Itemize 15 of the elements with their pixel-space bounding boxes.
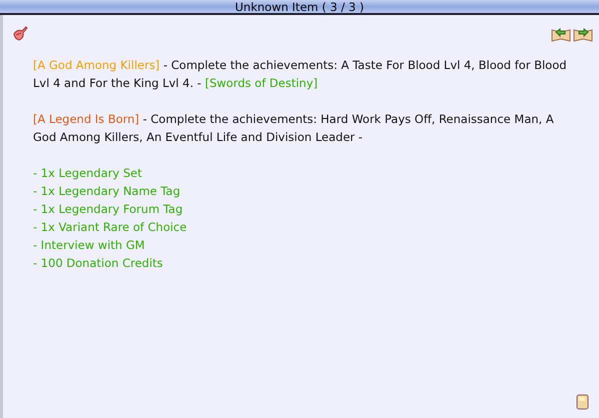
scroll-icon[interactable] [576, 394, 589, 410]
achievement-link[interactable]: [A Legend Is Born] [33, 112, 140, 126]
achievement-text: [A Legend Is Born] - Complete the achievements: Hard Work Pays Off, Renaissance Man, A God Among Killers, An Eventful Life and Division Leader - [33, 111, 555, 146]
item-link[interactable]: [Swords of Destiny] [204, 76, 318, 90]
back-book-icon[interactable] [551, 26, 571, 42]
reward-item: - 1x Variant Rare of Choice [33, 219, 188, 236]
reward-item: - 1x Legendary Forum Tag [33, 201, 184, 218]
reward-item: - 1x Legendary Set [33, 165, 143, 182]
forward-book-icon[interactable] [573, 26, 593, 42]
reward-item: - Interview with GM [33, 237, 146, 254]
reward-item: - 1x Legendary Name Tag [33, 183, 182, 200]
window-title: Unknown Item ( 3 / 3 ) [0, 0, 599, 15]
achievement-text: [A God Among Killers] - Complete the achievements: A Taste For Blood Lvl 4, Blood for Blood Lvl 4 and For the King Lvl 4. - [Swords of Destiny] [33, 57, 568, 92]
reward-item: - 100 Donation Credits [33, 255, 164, 272]
achievement-link[interactable]: [A God Among Killers] [33, 58, 160, 72]
